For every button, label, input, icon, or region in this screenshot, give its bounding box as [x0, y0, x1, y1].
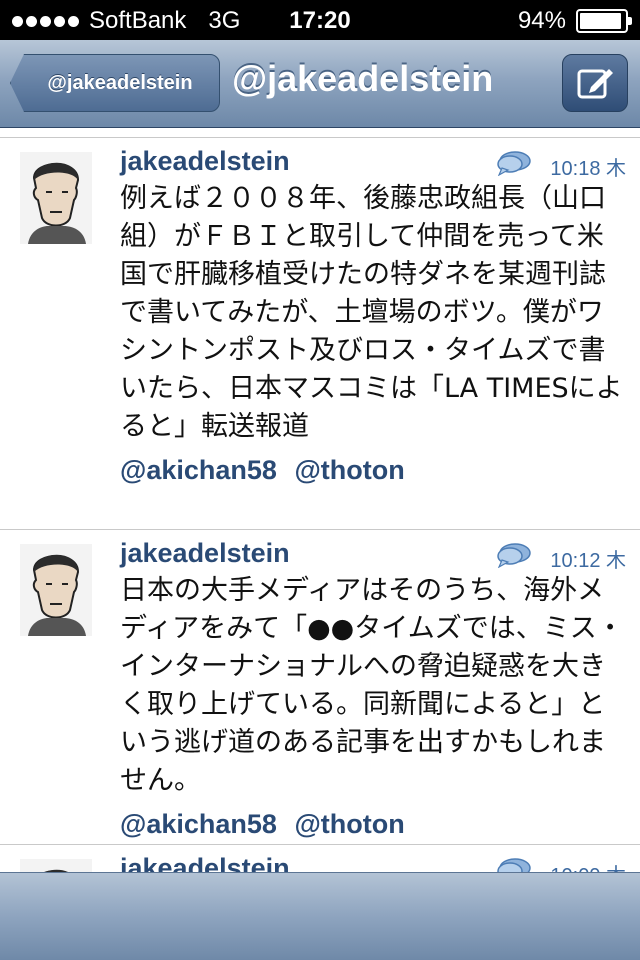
- feed-top-gap: [0, 128, 640, 138]
- compose-icon: [577, 69, 613, 99]
- battery-percent: 94%: [517, 7, 566, 34]
- page-title: @jakeadelstein: [232, 58, 494, 99]
- tweet-header: jakeadelstein 10:12 木: [120, 538, 626, 572]
- compose-button[interactable]: [562, 54, 628, 112]
- back-button[interactable]: @jakeadelstein: [10, 54, 220, 112]
- tweet-feed[interactable]: jakeadelstein 10:18 木 例えば２００８年、後藤忠政組長（山口…: [0, 128, 640, 872]
- tweet-row[interactable]: jakeadelstein 10:09 木: [0, 845, 640, 872]
- username[interactable]: jakeadelstein: [120, 146, 290, 177]
- speech-bubble-icon: [497, 151, 531, 176]
- status-bar: SoftBank 3G 17:20 94%: [0, 0, 640, 40]
- avatar[interactable]: [20, 859, 92, 872]
- mention-link[interactable]: @thoton: [294, 455, 404, 485]
- status-right: 94%: [517, 7, 632, 35]
- battery-icon: [576, 9, 632, 33]
- tweet-row[interactable]: jakeadelstein 10:18 木 例えば２００８年、後藤忠政組長（山口…: [0, 138, 640, 530]
- tweet-timestamp: 10:09 木: [550, 859, 626, 872]
- tweet-header: jakeadelstein 10:09 木: [120, 853, 626, 872]
- tweet-body: jakeadelstein 10:09 木: [120, 853, 626, 872]
- tweet-text: 日本の大手メディアはそのうち、海外メディアをみて「●●タイムズでは、ミス・インタ…: [120, 575, 624, 796]
- bottom-toolbar: [0, 872, 640, 960]
- tweet-timestamp: 10:12 木: [550, 550, 626, 572]
- avatar[interactable]: [20, 152, 92, 244]
- mention-link[interactable]: @thoton: [294, 809, 404, 839]
- mention-link[interactable]: @akichan58: [120, 455, 277, 485]
- speech-bubble-icon: [497, 543, 531, 568]
- navigation-bar: @jakeadelstein @jakeadelstein: [0, 40, 640, 128]
- tweet-timestamp: 10:18 木: [550, 158, 626, 180]
- avatar[interactable]: [20, 544, 92, 636]
- username[interactable]: jakeadelstein: [120, 538, 290, 569]
- tweet-body: jakeadelstein 10:12 木 日本の大手メディアはそのうち、海外メ…: [120, 538, 626, 842]
- back-button-label: @jakeadelstein: [47, 71, 193, 94]
- tweet-header: jakeadelstein 10:18 木: [120, 146, 626, 180]
- tweet-mentions: @akichan58 @thoton: [120, 806, 626, 842]
- tweet-text: 例えば２００８年、後藤忠政組長（山口組）がＦＢＩと取引して仲間を売って米国で肝臓…: [120, 183, 623, 442]
- tweet-row[interactable]: jakeadelstein 10:12 木 日本の大手メディアはそのうち、海外メ…: [0, 530, 640, 845]
- battery-fill: [580, 13, 622, 29]
- tweet-mentions: @akichan58 @thoton: [120, 452, 626, 488]
- speech-bubble-icon: [497, 858, 531, 872]
- username[interactable]: jakeadelstein: [120, 853, 290, 872]
- tweet-body: jakeadelstein 10:18 木 例えば２００８年、後藤忠政組長（山口…: [120, 146, 626, 488]
- mention-link[interactable]: @akichan58: [120, 809, 277, 839]
